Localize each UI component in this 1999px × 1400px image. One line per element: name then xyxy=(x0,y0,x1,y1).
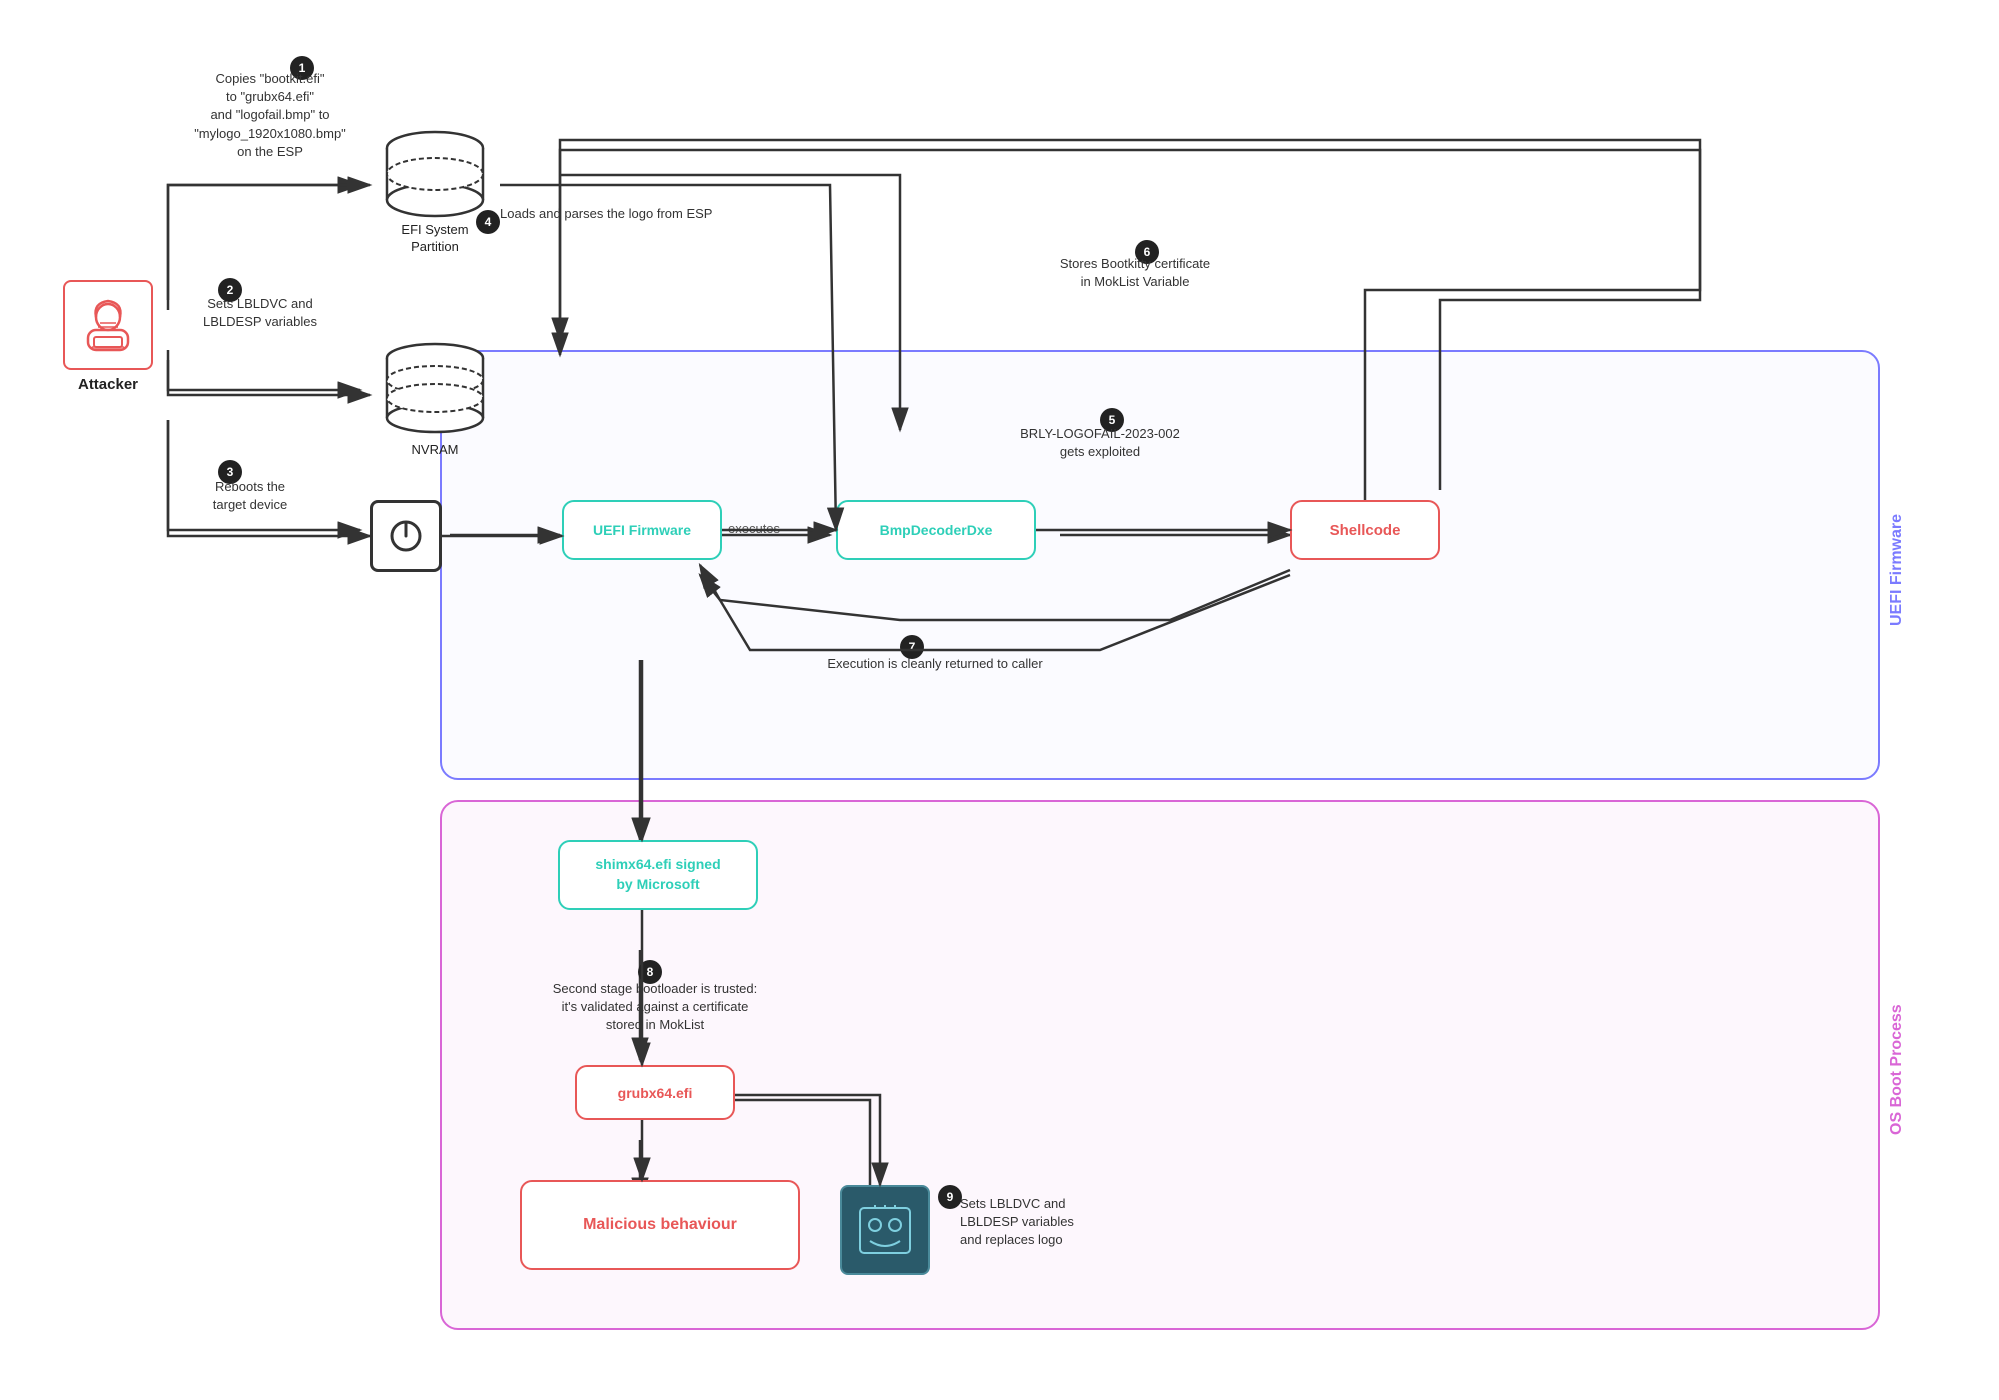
shellcode-node: Shellcode xyxy=(1290,500,1440,560)
efi-partition-label: EFI SystemPartition xyxy=(401,222,468,256)
uefi-firmware-node: UEFI Firmware xyxy=(562,500,722,560)
attacker-node: Attacker xyxy=(48,280,168,393)
attacker-label: Attacker xyxy=(48,376,168,393)
annotation-7-text: Execution is cleanly returned to caller xyxy=(780,655,1090,673)
annotation-4-text: Loads and parses the logo from ESP xyxy=(500,205,800,223)
efi-partition-node: EFI SystemPartition xyxy=(370,130,500,256)
uefi-firmware-label: UEFI Firmware xyxy=(1888,370,1906,770)
annotation-8-text: Second stage bootloader is trusted:it's … xyxy=(500,980,810,1035)
annotation-4-circle: 4 xyxy=(476,210,500,234)
os-boot-label: OS Boot Process xyxy=(1888,820,1906,1320)
shimx64-node: shimx64.efi signedby Microsoft xyxy=(558,840,758,910)
annotation-1-text: Copies "bootkit.efi"to "grubx64.efi"and … xyxy=(175,70,365,161)
annotation-3-text: Reboots thetarget device xyxy=(170,478,330,514)
executes-label: executes xyxy=(728,520,780,538)
annotation-6-text: Stores Bootkitty certificatein MokList V… xyxy=(990,255,1280,291)
annotation-9-icon xyxy=(840,1185,930,1275)
annotation-2-text: Sets LBLDVC andLBLDESP variables xyxy=(175,295,345,331)
grubx64-node: grubx64.efi xyxy=(575,1065,735,1120)
malicious-behaviour-node: Malicious behaviour xyxy=(520,1180,800,1270)
nvram-node: NVRAM xyxy=(370,340,500,457)
annotation-9-circle: 9 xyxy=(938,1185,962,1209)
attacker-icon xyxy=(63,280,153,370)
power-button-node xyxy=(370,500,442,572)
uefi-firmware-region xyxy=(440,350,1880,780)
annotation-9-text: Sets LBLDVC andLBLDESP variablesand repl… xyxy=(960,1195,1200,1250)
bmp-decoder-node: BmpDecoderDxe xyxy=(836,500,1036,560)
nvram-label: NVRAM xyxy=(412,442,459,457)
annotation-5-text: BRLY-LOGOFAIL-2023-002gets exploited xyxy=(980,425,1220,461)
